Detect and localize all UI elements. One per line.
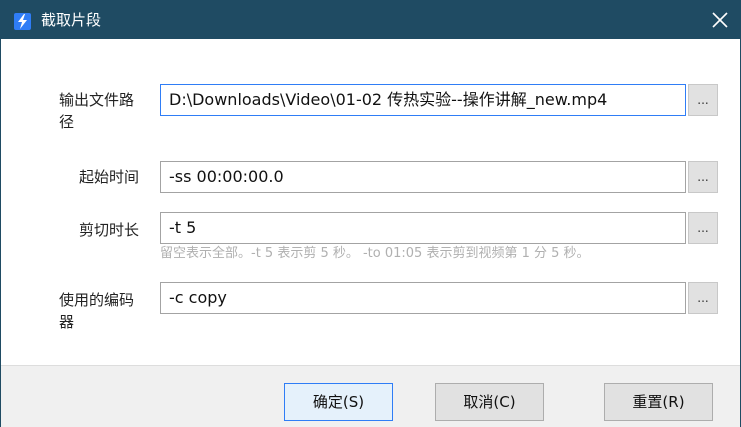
encoder-label-line1: 使用的编码 bbox=[59, 291, 135, 309]
cancel-button[interactable]: 取消(C) bbox=[435, 383, 544, 421]
lightning-icon bbox=[14, 13, 31, 30]
output-path-label-line1: 输出文件路 bbox=[59, 91, 135, 109]
encoder-label-line2: 器 bbox=[59, 313, 75, 331]
encoder-input[interactable]: -c copy bbox=[160, 282, 686, 314]
title-bar: 截取片段 bbox=[1, 1, 740, 39]
close-icon bbox=[712, 12, 728, 28]
close-button[interactable] bbox=[700, 1, 740, 39]
output-path-input[interactable]: D:\Downloads\Video\01-02 传热实验--操作讲解_new.… bbox=[160, 84, 686, 116]
encoder-browse-button[interactable]: ... bbox=[688, 282, 718, 314]
output-path-label-line2: 径 bbox=[59, 113, 75, 131]
dialog-body: 输出文件路 径 D:\Downloads\Video\01-02 传热实验--操… bbox=[1, 39, 740, 365]
window-title: 截取片段 bbox=[41, 11, 102, 29]
reset-button[interactable]: 重置(R) bbox=[604, 383, 713, 421]
duration-input[interactable]: -t 5 bbox=[160, 212, 686, 244]
ok-button[interactable]: 确定(S) bbox=[284, 383, 393, 421]
clip-dialog: 截取片段 输出文件路 径 D:\Downloads\Video\01-02 传热… bbox=[0, 0, 741, 427]
encoder-label: 使用的编码 器 bbox=[59, 289, 155, 333]
duration-hint: 留空表示全部。-t 5 表示剪 5 秒。 -to 01:05 表示剪到视频第 1… bbox=[160, 246, 590, 261]
start-time-browse-button[interactable]: ... bbox=[688, 161, 718, 193]
output-path-browse-button[interactable]: ... bbox=[688, 84, 718, 116]
duration-browse-button[interactable]: ... bbox=[688, 212, 718, 244]
start-time-input[interactable]: -ss 00:00:00.0 bbox=[160, 161, 686, 193]
button-bar: 确定(S) 取消(C) 重置(R) bbox=[1, 365, 740, 427]
duration-label: 剪切时长 bbox=[79, 221, 140, 239]
start-time-label: 起始时间 bbox=[79, 168, 140, 186]
output-path-label: 输出文件路 径 bbox=[59, 89, 155, 133]
